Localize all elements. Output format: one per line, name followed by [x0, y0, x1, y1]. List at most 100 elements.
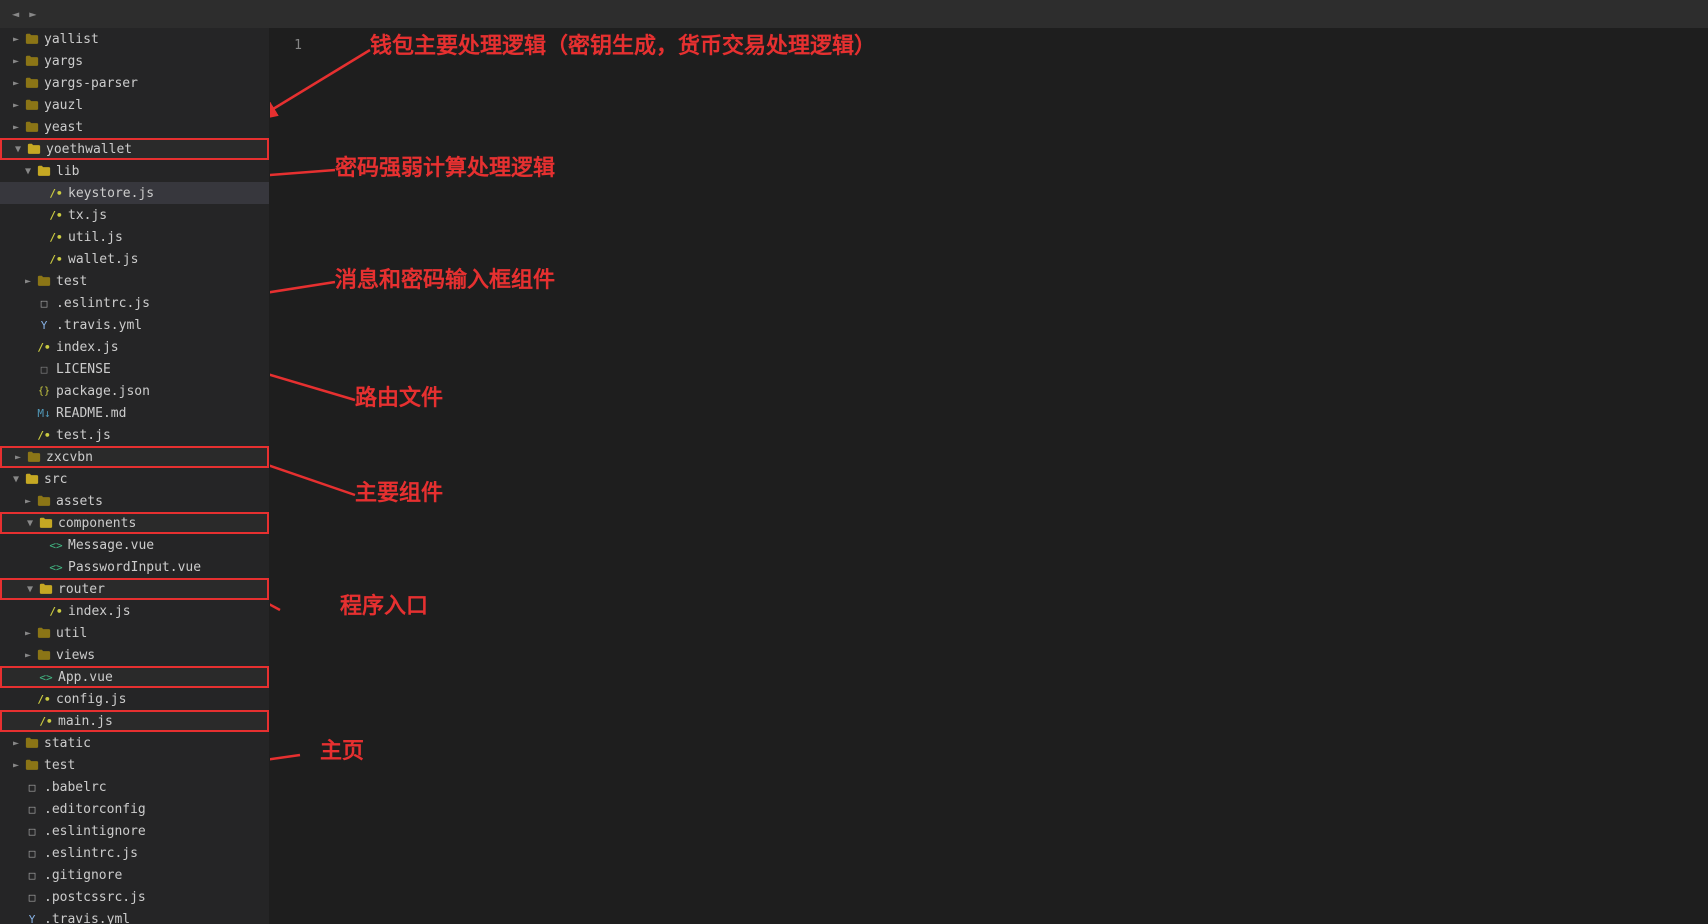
label-eslintrc.js2: .eslintrc.js — [44, 846, 138, 861]
tree-item-router[interactable]: ▼ router — [0, 578, 269, 600]
folder-icon-zxcvbn — [26, 449, 42, 465]
tree-item-util.js[interactable]: /•util.js — [0, 226, 269, 248]
tree-item-yargs-parser[interactable]: ► yargs-parser — [0, 72, 269, 94]
folder-icon-assets — [36, 493, 52, 509]
tree-item-src[interactable]: ▼ src — [0, 468, 269, 490]
tree-item-yargs[interactable]: ► yargs — [0, 50, 269, 72]
folder-icon-util — [36, 625, 52, 641]
label-PasswordInput.vue: PasswordInput.vue — [68, 560, 201, 575]
tree-item-babelrc[interactable]: □.babelrc — [0, 776, 269, 798]
chevron-util: ► — [20, 625, 36, 641]
tree-item-gitignore[interactable]: □.gitignore — [0, 864, 269, 886]
label-test-root: test — [44, 758, 75, 773]
folder-icon-yoethwallet — [26, 141, 42, 157]
chevron-zxcvbn: ► — [10, 449, 26, 465]
folder-icon-src — [24, 471, 40, 487]
tree-item-App.vue[interactable]: <> App.vue — [0, 666, 269, 688]
label-README.md: README.md — [56, 406, 126, 421]
tree-item-test[interactable]: ► test — [0, 270, 269, 292]
label-static: static — [44, 736, 91, 751]
label-test: test — [56, 274, 87, 289]
tree-item-util[interactable]: ► util — [0, 622, 269, 644]
tree-item-lib[interactable]: ▼ lib — [0, 160, 269, 182]
chevron-yeast: ► — [8, 119, 24, 135]
label-yeast: yeast — [44, 120, 83, 135]
file-icon-App.vue: <> — [38, 669, 54, 685]
label-router-index.js: index.js — [68, 604, 131, 619]
nav-back[interactable]: ◄ — [8, 5, 23, 23]
tree-item-yoethwallet[interactable]: ▼ yoethwallet — [0, 138, 269, 160]
folder-icon-test — [36, 273, 52, 289]
label-yauzl: yauzl — [44, 98, 83, 113]
label-eslintignore: .eslintignore — [44, 824, 146, 839]
file-icon-index.js: /• — [36, 339, 52, 355]
label-travis.yml: .travis.yml — [56, 318, 142, 333]
tree-item-eslintrc.js2[interactable]: □ .eslintrc.js — [0, 842, 269, 864]
sidebar[interactable]: ► yallist► yargs► yargs-parser► yauzl► y… — [0, 28, 270, 924]
annotation-text-2: 消息和密码输入框组件 — [335, 262, 555, 294]
annotation-text-6: 主页 — [320, 733, 364, 765]
top-bar: ◄ ► — [0, 0, 1708, 28]
label-test.js: test.js — [56, 428, 111, 443]
nav-arrows[interactable]: ◄ ► — [8, 5, 40, 23]
tree-item-eslintignore[interactable]: □.eslintignore — [0, 820, 269, 842]
label-yoethwallet: yoethwallet — [46, 142, 132, 157]
tree-item-postcssrc.js[interactable]: □.postcssrc.js — [0, 886, 269, 908]
tree-item-Message.vue[interactable]: <>Message.vue — [0, 534, 269, 556]
annotation-text-0: 钱包主要处理逻辑（密钥生成，货币交易处理逻辑） — [370, 28, 876, 60]
tree-item-test.js[interactable]: /•test.js — [0, 424, 269, 446]
tree-item-PasswordInput.vue[interactable]: <> PasswordInput.vue — [0, 556, 269, 578]
tree-item-index.js[interactable]: /•index.js — [0, 336, 269, 358]
folder-icon-views — [36, 647, 52, 663]
tree-item-config.js[interactable]: /•config.js — [0, 688, 269, 710]
file-icon-eslintrc.js: □ — [36, 295, 52, 311]
tree-item-static[interactable]: ► static — [0, 732, 269, 754]
annotation-text-4: 主要组件 — [355, 475, 443, 507]
folder-icon-lib — [36, 163, 52, 179]
tree-item-yallist[interactable]: ► yallist — [0, 28, 269, 50]
label-App.vue: App.vue — [58, 670, 113, 685]
folder-icon-static — [24, 735, 40, 751]
tree-item-zxcvbn[interactable]: ► zxcvbn — [0, 446, 269, 468]
tree-item-LICENSE[interactable]: □LICENSE — [0, 358, 269, 380]
label-yargs-parser: yargs-parser — [44, 76, 138, 91]
annotation-text-5: 程序入口 — [340, 588, 428, 620]
folder-icon-yargs-parser — [24, 75, 40, 91]
tree-item-assets[interactable]: ► assets — [0, 490, 269, 512]
chevron-src: ▼ — [8, 471, 24, 487]
file-icon-util.js: /• — [48, 229, 64, 245]
tree-item-components[interactable]: ▼ components — [0, 512, 269, 534]
chevron-yargs: ► — [8, 53, 24, 69]
chevron-router: ▼ — [22, 581, 38, 597]
tree-item-router-index.js[interactable]: /•index.js — [0, 600, 269, 622]
chevron-test-root: ► — [8, 757, 24, 773]
file-icon-wallet.js: /• — [48, 251, 64, 267]
folder-icon-yargs — [24, 53, 40, 69]
tree-item-editorconfig[interactable]: □.editorconfig — [0, 798, 269, 820]
tree-item-package.json[interactable]: {}package.json — [0, 380, 269, 402]
tree-item-yeast[interactable]: ► yeast — [0, 116, 269, 138]
chevron-yoethwallet: ▼ — [10, 141, 26, 157]
file-icon-tx.js: /• — [48, 207, 64, 223]
tree-item-views[interactable]: ► views — [0, 644, 269, 666]
chevron-static: ► — [8, 735, 24, 751]
nav-fwd[interactable]: ► — [25, 5, 40, 23]
label-util: util — [56, 626, 87, 641]
chevron-lib: ▼ — [20, 163, 36, 179]
tree-item-tx.js[interactable]: /•tx.js — [0, 204, 269, 226]
tree-item-yauzl[interactable]: ► yauzl — [0, 94, 269, 116]
tree-item-travis.yml[interactable]: Y .travis.yml — [0, 314, 269, 336]
file-icon-eslintrc.js2: □ — [24, 845, 40, 861]
file-icon-keystore.js: /• — [48, 185, 64, 201]
file-icon-PasswordInput.vue: <> — [48, 559, 64, 575]
tree-item-test-root[interactable]: ► test — [0, 754, 269, 776]
tree-item-main.js[interactable]: /•main.js — [0, 710, 269, 732]
tree-item-travis.yml2[interactable]: Y.travis.yml — [0, 908, 269, 924]
tree-item-README.md[interactable]: M↓README.md — [0, 402, 269, 424]
tree-item-eslintrc.js[interactable]: □ .eslintrc.js — [0, 292, 269, 314]
tree-item-wallet.js[interactable]: /•wallet.js — [0, 248, 269, 270]
label-src: src — [44, 472, 67, 487]
file-icon-travis.yml: Y — [36, 317, 52, 333]
label-eslintrc.js: .eslintrc.js — [56, 296, 150, 311]
tree-item-keystore.js[interactable]: /•keystore.js — [0, 182, 269, 204]
